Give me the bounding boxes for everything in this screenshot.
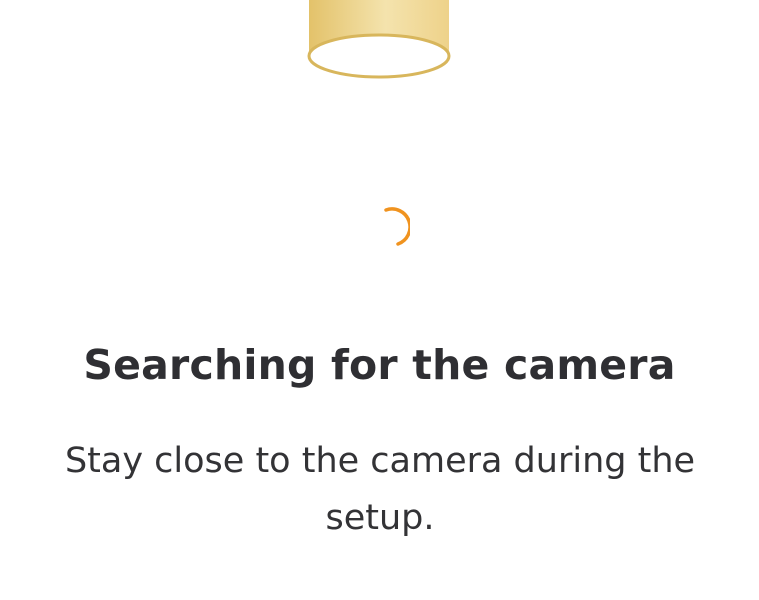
camera-search-screen: Searching for the camera Stay close to t… [0, 0, 759, 600]
camera-lens-rim [307, 33, 451, 79]
camera-illustration [307, 0, 451, 79]
page-title: Searching for the camera [83, 341, 676, 389]
loading-spinner-icon [384, 207, 410, 246]
instruction-text: Stay close to the camera during the setu… [64, 441, 696, 538]
